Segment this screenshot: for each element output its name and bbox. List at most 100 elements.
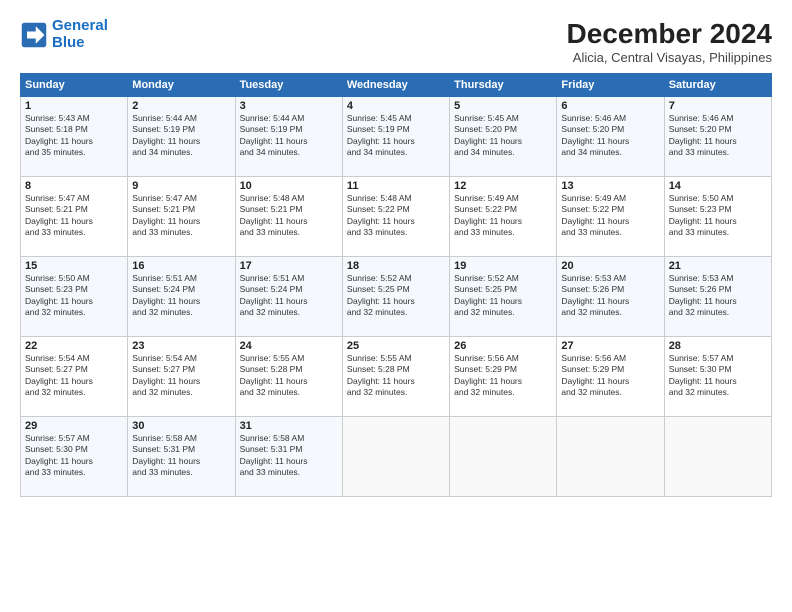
col-saturday: Saturday [664,74,771,97]
col-monday: Monday [128,74,235,97]
day-number: 18 [347,260,445,272]
calendar-cell: 6Sunrise: 5:46 AM Sunset: 5:20 PM Daylig… [557,97,664,177]
day-info: Sunrise: 5:49 AM Sunset: 5:22 PM Dayligh… [561,193,659,239]
calendar-table: Sunday Monday Tuesday Wednesday Thursday… [20,73,772,497]
logo: General Blue [20,18,108,51]
calendar-cell: 8Sunrise: 5:47 AM Sunset: 5:21 PM Daylig… [21,177,128,257]
calendar-cell: 24Sunrise: 5:55 AM Sunset: 5:28 PM Dayli… [235,337,342,417]
calendar-header: Sunday Monday Tuesday Wednesday Thursday… [21,74,772,97]
calendar-cell [557,417,664,497]
day-number: 14 [669,180,767,192]
day-info: Sunrise: 5:48 AM Sunset: 5:21 PM Dayligh… [240,193,338,239]
day-number: 24 [240,340,338,352]
day-info: Sunrise: 5:44 AM Sunset: 5:19 PM Dayligh… [132,113,230,159]
calendar-cell: 28Sunrise: 5:57 AM Sunset: 5:30 PM Dayli… [664,337,771,417]
calendar-cell: 18Sunrise: 5:52 AM Sunset: 5:25 PM Dayli… [342,257,449,337]
day-info: Sunrise: 5:57 AM Sunset: 5:30 PM Dayligh… [25,433,123,479]
calendar-week-1: 1Sunrise: 5:43 AM Sunset: 5:18 PM Daylig… [21,97,772,177]
day-number: 4 [347,100,445,112]
day-number: 12 [454,180,552,192]
calendar-cell: 5Sunrise: 5:45 AM Sunset: 5:20 PM Daylig… [450,97,557,177]
day-number: 27 [561,340,659,352]
calendar-cell: 10Sunrise: 5:48 AM Sunset: 5:21 PM Dayli… [235,177,342,257]
calendar-cell: 3Sunrise: 5:44 AM Sunset: 5:19 PM Daylig… [235,97,342,177]
day-number: 8 [25,180,123,192]
day-info: Sunrise: 5:54 AM Sunset: 5:27 PM Dayligh… [132,353,230,399]
day-info: Sunrise: 5:51 AM Sunset: 5:24 PM Dayligh… [132,273,230,319]
day-number: 20 [561,260,659,272]
day-info: Sunrise: 5:46 AM Sunset: 5:20 PM Dayligh… [669,113,767,159]
day-number: 31 [240,420,338,432]
calendar-cell: 21Sunrise: 5:53 AM Sunset: 5:26 PM Dayli… [664,257,771,337]
day-number: 26 [454,340,552,352]
subtitle: Alicia, Central Visayas, Philippines [567,50,772,65]
day-number: 23 [132,340,230,352]
title-block: December 2024 Alicia, Central Visayas, P… [567,18,772,65]
day-number: 13 [561,180,659,192]
calendar-cell [664,417,771,497]
day-info: Sunrise: 5:44 AM Sunset: 5:19 PM Dayligh… [240,113,338,159]
day-info: Sunrise: 5:43 AM Sunset: 5:18 PM Dayligh… [25,113,123,159]
day-info: Sunrise: 5:57 AM Sunset: 5:30 PM Dayligh… [669,353,767,399]
day-number: 2 [132,100,230,112]
calendar-cell: 14Sunrise: 5:50 AM Sunset: 5:23 PM Dayli… [664,177,771,257]
calendar-cell: 4Sunrise: 5:45 AM Sunset: 5:19 PM Daylig… [342,97,449,177]
calendar-cell: 23Sunrise: 5:54 AM Sunset: 5:27 PM Dayli… [128,337,235,417]
day-info: Sunrise: 5:53 AM Sunset: 5:26 PM Dayligh… [669,273,767,319]
calendar-cell: 20Sunrise: 5:53 AM Sunset: 5:26 PM Dayli… [557,257,664,337]
day-number: 1 [25,100,123,112]
day-number: 3 [240,100,338,112]
day-info: Sunrise: 5:56 AM Sunset: 5:29 PM Dayligh… [561,353,659,399]
day-info: Sunrise: 5:51 AM Sunset: 5:24 PM Dayligh… [240,273,338,319]
day-number: 22 [25,340,123,352]
header-row: Sunday Monday Tuesday Wednesday Thursday… [21,74,772,97]
day-number: 6 [561,100,659,112]
day-info: Sunrise: 5:56 AM Sunset: 5:29 PM Dayligh… [454,353,552,399]
calendar-cell: 27Sunrise: 5:56 AM Sunset: 5:29 PM Dayli… [557,337,664,417]
col-thursday: Thursday [450,74,557,97]
calendar-week-4: 22Sunrise: 5:54 AM Sunset: 5:27 PM Dayli… [21,337,772,417]
main-title: December 2024 [567,18,772,50]
day-info: Sunrise: 5:55 AM Sunset: 5:28 PM Dayligh… [240,353,338,399]
calendar-cell: 12Sunrise: 5:49 AM Sunset: 5:22 PM Dayli… [450,177,557,257]
day-info: Sunrise: 5:50 AM Sunset: 5:23 PM Dayligh… [25,273,123,319]
calendar-cell: 25Sunrise: 5:55 AM Sunset: 5:28 PM Dayli… [342,337,449,417]
day-number: 29 [25,420,123,432]
day-number: 15 [25,260,123,272]
logo-icon [20,21,48,49]
day-number: 19 [454,260,552,272]
calendar-cell: 16Sunrise: 5:51 AM Sunset: 5:24 PM Dayli… [128,257,235,337]
day-number: 11 [347,180,445,192]
col-wednesday: Wednesday [342,74,449,97]
day-info: Sunrise: 5:54 AM Sunset: 5:27 PM Dayligh… [25,353,123,399]
day-info: Sunrise: 5:58 AM Sunset: 5:31 PM Dayligh… [240,433,338,479]
calendar-cell: 29Sunrise: 5:57 AM Sunset: 5:30 PM Dayli… [21,417,128,497]
calendar-cell: 9Sunrise: 5:47 AM Sunset: 5:21 PM Daylig… [128,177,235,257]
day-info: Sunrise: 5:49 AM Sunset: 5:22 PM Dayligh… [454,193,552,239]
calendar-cell: 30Sunrise: 5:58 AM Sunset: 5:31 PM Dayli… [128,417,235,497]
calendar-cell: 19Sunrise: 5:52 AM Sunset: 5:25 PM Dayli… [450,257,557,337]
day-info: Sunrise: 5:50 AM Sunset: 5:23 PM Dayligh… [669,193,767,239]
day-info: Sunrise: 5:52 AM Sunset: 5:25 PM Dayligh… [347,273,445,319]
day-info: Sunrise: 5:53 AM Sunset: 5:26 PM Dayligh… [561,273,659,319]
day-info: Sunrise: 5:45 AM Sunset: 5:19 PM Dayligh… [347,113,445,159]
calendar-cell: 7Sunrise: 5:46 AM Sunset: 5:20 PM Daylig… [664,97,771,177]
calendar-cell: 2Sunrise: 5:44 AM Sunset: 5:19 PM Daylig… [128,97,235,177]
logo-general: General [52,17,108,34]
day-number: 30 [132,420,230,432]
calendar-week-2: 8 Sunrise: 5:47 AM Sunset: 5:21 PM Daylig… [21,177,772,257]
calendar-cell [342,417,449,497]
day-number: 28 [669,340,767,352]
calendar-cell: 1Sunrise: 5:43 AM Sunset: 5:18 PM Daylig… [21,97,128,177]
day-number: 10 [240,180,338,192]
day-info: Sunrise: 5:55 AM Sunset: 5:28 PM Dayligh… [347,353,445,399]
logo-text: General Blue [52,18,108,51]
day-info: Sunrise: 5:58 AM Sunset: 5:31 PM Dayligh… [132,433,230,479]
logo-blue: Blue [52,35,108,52]
day-number: 5 [454,100,552,112]
day-number: 16 [132,260,230,272]
day-info: Sunrise: 5:46 AM Sunset: 5:20 PM Dayligh… [561,113,659,159]
calendar-cell: 26Sunrise: 5:56 AM Sunset: 5:29 PM Dayli… [450,337,557,417]
day-info: Sunrise: 5:47 AM Sunset: 5:21 PM Dayligh… [132,193,230,239]
day-number: 17 [240,260,338,272]
